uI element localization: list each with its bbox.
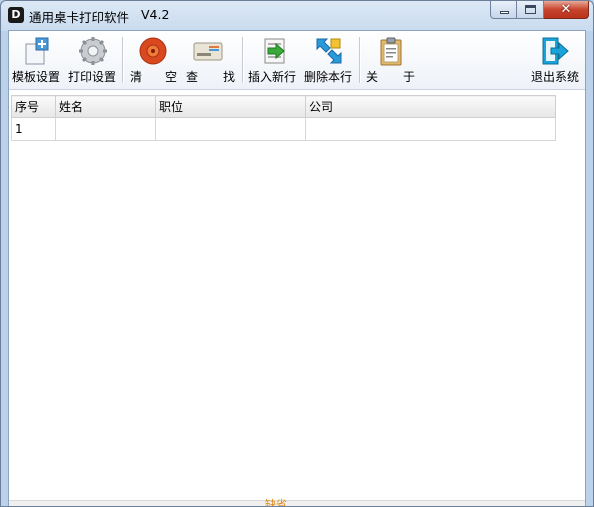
about-button[interactable]: 关 于	[363, 31, 419, 89]
delete-row-icon	[316, 38, 342, 64]
title-bar[interactable]: D 通用桌卡打印软件 V4.2 ✕	[1, 1, 593, 29]
find-button[interactable]: 查 找	[183, 31, 239, 89]
clear-icon	[139, 37, 167, 65]
find-label-part2: 找	[223, 70, 236, 84]
column-header-company[interactable]: 公司	[305, 95, 556, 118]
new-template-icon	[25, 37, 49, 65]
exit-icon	[542, 37, 569, 65]
delete-row-label: 删除本行	[304, 70, 353, 84]
data-grid[interactable]: 序号 姓名 职位 公司 1	[11, 95, 583, 503]
insert-row-button[interactable]: 插入新行	[246, 31, 302, 89]
table-row[interactable]: 1	[11, 117, 556, 141]
template-settings-button[interactable]: 模板设置	[9, 31, 65, 89]
cell-position[interactable]	[155, 117, 306, 141]
exit-label: 退出系统	[531, 70, 580, 84]
card-search-icon	[193, 42, 223, 61]
status-text: 缺省	[265, 498, 287, 507]
header-row: 序号 姓名 职位 公司	[11, 95, 556, 118]
card-table: 序号 姓名 职位 公司 1	[11, 95, 556, 141]
minimize-button[interactable]	[490, 1, 517, 19]
delete-row-button[interactable]: 删除本行	[302, 31, 358, 89]
clear-label-part1: 清	[130, 70, 143, 84]
maximize-button[interactable]	[517, 1, 544, 19]
app-logo-icon[interactable]: D	[8, 7, 24, 23]
print-settings-button[interactable]: 打印设置	[65, 31, 121, 89]
close-button[interactable]: ✕	[544, 1, 589, 19]
template-settings-label: 模板设置	[12, 70, 61, 84]
print-settings-label: 打印设置	[68, 70, 117, 84]
cell-name[interactable]	[55, 117, 156, 141]
about-label-part2: 于	[403, 70, 416, 84]
window-version: V4.2	[141, 7, 170, 22]
app-window: D 通用桌卡打印软件 V4.2 ✕ 模板设置 打印设置 清 空 查 找 插入新行…	[0, 0, 594, 507]
insert-row-icon	[264, 38, 285, 64]
column-header-position[interactable]: 职位	[155, 95, 306, 118]
close-icon: ✕	[560, 2, 572, 17]
clipboard-icon	[380, 37, 402, 66]
toolbar-separator	[242, 37, 244, 83]
toolbar: 模板设置 打印设置 清 空 查 找 插入新行 删除本行 关 于 退出系统	[9, 31, 585, 90]
about-label-part1: 关	[366, 70, 379, 84]
column-header-name[interactable]: 姓名	[55, 95, 156, 118]
insert-row-label: 插入新行	[248, 70, 297, 84]
clear-button[interactable]: 清 空	[125, 31, 181, 89]
find-label-part1: 查	[186, 70, 199, 84]
cell-index[interactable]: 1	[11, 117, 56, 141]
gear-icon	[79, 37, 107, 65]
toolbar-separator	[359, 37, 361, 83]
status-bar: 缺省	[9, 498, 585, 506]
clear-label-part2: 空	[165, 70, 178, 84]
toolbar-separator	[122, 37, 124, 83]
caption-buttons: ✕	[490, 1, 589, 20]
exit-button[interactable]: 退出系统	[527, 31, 583, 89]
column-header-index[interactable]: 序号	[11, 95, 56, 118]
window-title: 通用桌卡打印软件	[29, 10, 130, 25]
client-area: 模板设置 打印设置 清 空 查 找 插入新行 删除本行 关 于 退出系统 序号 …	[8, 30, 586, 506]
cell-company[interactable]	[305, 117, 556, 141]
